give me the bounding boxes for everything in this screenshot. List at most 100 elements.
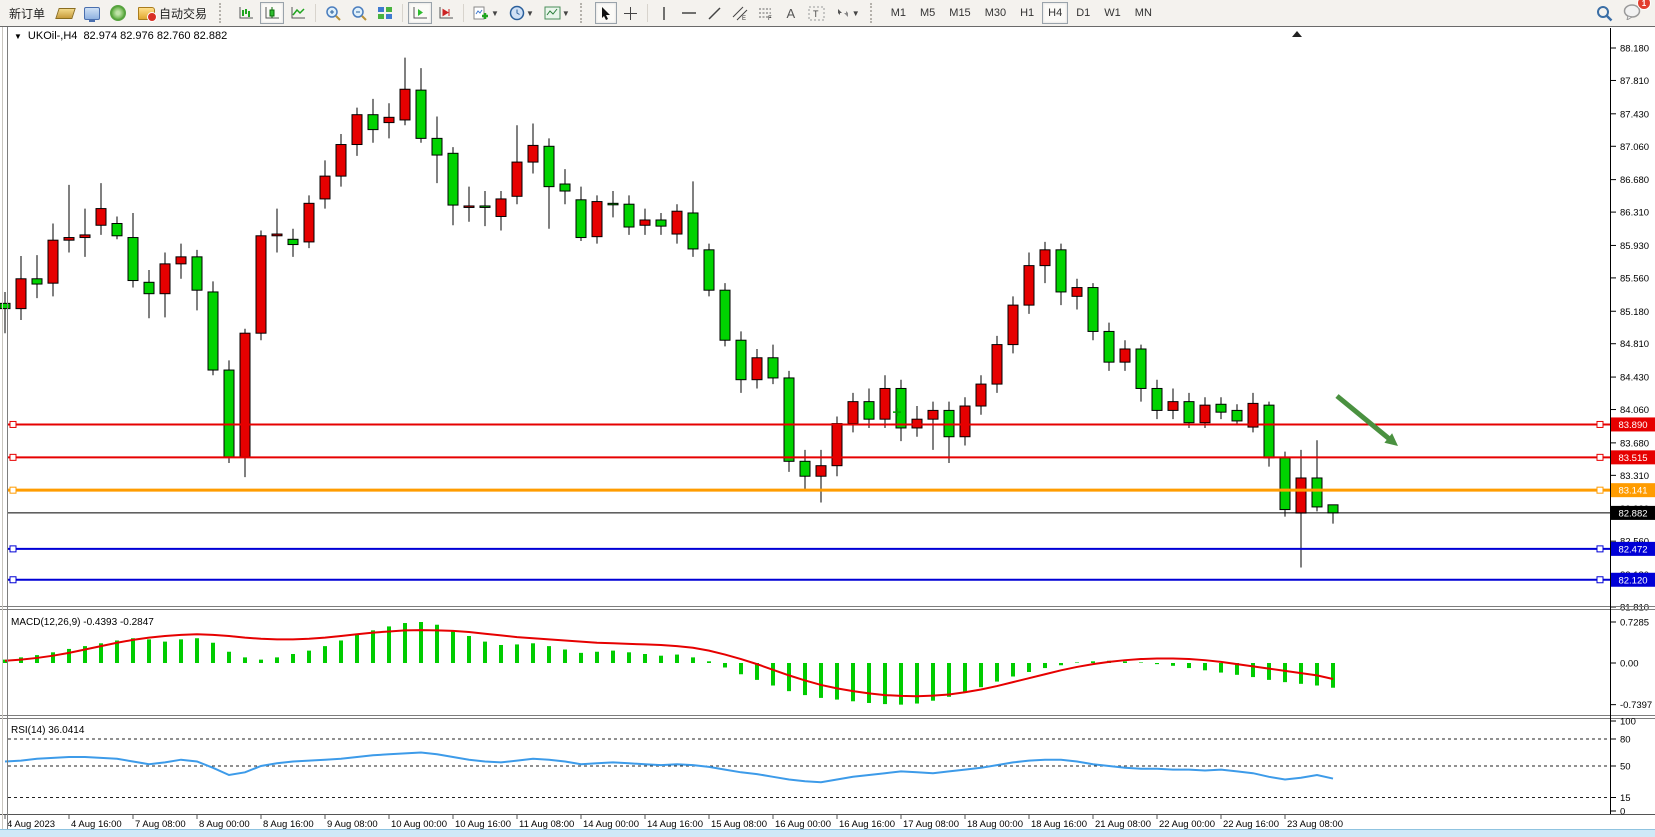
candle [656,220,666,226]
horizontal-line-82120[interactable]: 82.120 [8,573,1655,587]
timeframe-M1[interactable]: M1 [885,2,912,24]
search-button[interactable] [1592,2,1617,24]
candle [480,206,490,208]
price-tick-label: 84.430 [1620,373,1649,384]
chart-shift-marker[interactable] [1292,31,1302,37]
templates-button[interactable]: ▼ [540,2,574,24]
candle [816,466,826,477]
timeframe-M15[interactable]: M15 [943,2,976,24]
line-handle[interactable] [10,454,16,460]
candle [1328,505,1338,513]
price-tag-label: 82.472 [1618,544,1647,555]
line-handle[interactable] [10,577,16,583]
candle [976,384,986,406]
new-order-button[interactable]: 新订单 [3,2,51,24]
candle [848,402,858,424]
candle [1120,349,1130,362]
candle [368,115,378,130]
toolbar-grip[interactable] [580,3,589,23]
label-button[interactable]: T [804,2,829,24]
candle [960,406,970,437]
candle [592,202,602,237]
timeframe-MN[interactable]: MN [1129,2,1158,24]
gold-bar-icon [55,8,76,19]
autotrading-button[interactable]: 自动交易 [132,2,213,24]
price-tick-label: 85.930 [1620,241,1649,252]
chart-shift-button[interactable] [434,2,458,24]
horizontal-line-icon [681,7,697,19]
annotation-arrow[interactable] [1337,396,1398,446]
line-handle[interactable] [10,487,16,493]
trendline-button[interactable] [703,2,726,24]
toolbar-grip[interactable] [219,3,228,23]
indicators-icon [473,6,490,21]
tile-windows-button[interactable] [373,2,397,24]
horizontal-line-82472[interactable]: 82.472 [8,542,1655,556]
line-handle[interactable] [1597,487,1603,493]
crosshair-button[interactable] [619,2,642,24]
candle [224,370,234,457]
price-tick-label: 87.810 [1620,76,1649,87]
vertical-line-button[interactable] [653,2,675,24]
horizontal-line-82882[interactable]: 82.882 [8,506,1655,520]
candle [1136,349,1146,388]
gold-bar-button[interactable] [53,2,78,24]
price-tag-label: 82.120 [1618,575,1647,586]
terminal-button[interactable] [80,2,104,24]
timeframe-group: M1M5M15M30H1H4D1W1MN [885,2,1158,24]
arrows-button[interactable]: ▼ [831,2,864,24]
channel-button[interactable]: E [728,2,752,24]
line-handle[interactable] [1597,454,1603,460]
timeframe-H1[interactable]: H1 [1014,2,1040,24]
rsi-panel: RSI(14) 36.04141008050150 [5,717,1636,818]
line-handle[interactable] [1597,577,1603,583]
cursor-button[interactable] [595,2,617,24]
candle [528,145,538,162]
fibonacci-button[interactable]: F [754,2,778,24]
timeframe-D1[interactable]: D1 [1070,2,1096,24]
candle [1296,478,1306,513]
candle [640,220,650,225]
time-axis: 4 Aug 20234 Aug 16:007 Aug 08:008 Aug 00… [5,815,1343,831]
signals-button[interactable] [106,2,130,24]
candle [144,282,154,293]
zoom-in-button[interactable] [321,2,345,24]
bar-chart-button[interactable] [234,2,258,24]
timeframe-M30[interactable]: M30 [979,2,1012,24]
chart-canvas[interactable]: 88.18087.81087.43087.06086.68086.31085.9… [0,27,1655,836]
horizontal-line-83141[interactable]: 83.141 [8,483,1655,497]
candle [304,203,314,242]
line-handle[interactable] [10,546,16,552]
candle [1216,404,1226,412]
timeframe-W1[interactable]: W1 [1098,2,1127,24]
macd-signal-line [5,630,1333,696]
zoom-out-button[interactable] [347,2,371,24]
arrow-shaft[interactable] [1337,396,1390,440]
candle [384,117,394,122]
collapse-triangle-icon[interactable]: ▼ [14,32,22,41]
line-handle[interactable] [1597,546,1603,552]
chart-title: ▼ UKOil-,H4 82.974 82.976 82.760 82.882 [14,30,227,42]
price-tick-label: 87.060 [1620,142,1649,153]
periods-button[interactable]: ▼ [505,2,538,24]
candle [576,200,586,238]
price-tick-label: 86.310 [1620,208,1649,219]
indicators-button[interactable]: ▼ [469,2,503,24]
timeframe-M5[interactable]: M5 [914,2,941,24]
price-tick-label: 85.560 [1620,273,1649,284]
line-handle[interactable] [10,421,16,427]
line-chart-button[interactable] [286,2,310,24]
rsi-axis-label: 0 [1620,807,1625,818]
horizontal-line-button[interactable] [677,2,701,24]
text-button[interactable]: A [780,2,802,24]
crosshair-icon [623,6,638,21]
candle [736,340,746,379]
candlestick-chart-button[interactable] [260,2,284,24]
line-handle[interactable] [1597,421,1603,427]
auto-scroll-button[interactable] [408,2,432,24]
price-tick-label: 84.810 [1620,339,1649,350]
timeframe-H4[interactable]: H4 [1042,2,1068,24]
toolbar-grip[interactable] [870,3,879,23]
rsi-axis-label: 100 [1620,717,1636,728]
terminal-icon [84,7,100,20]
